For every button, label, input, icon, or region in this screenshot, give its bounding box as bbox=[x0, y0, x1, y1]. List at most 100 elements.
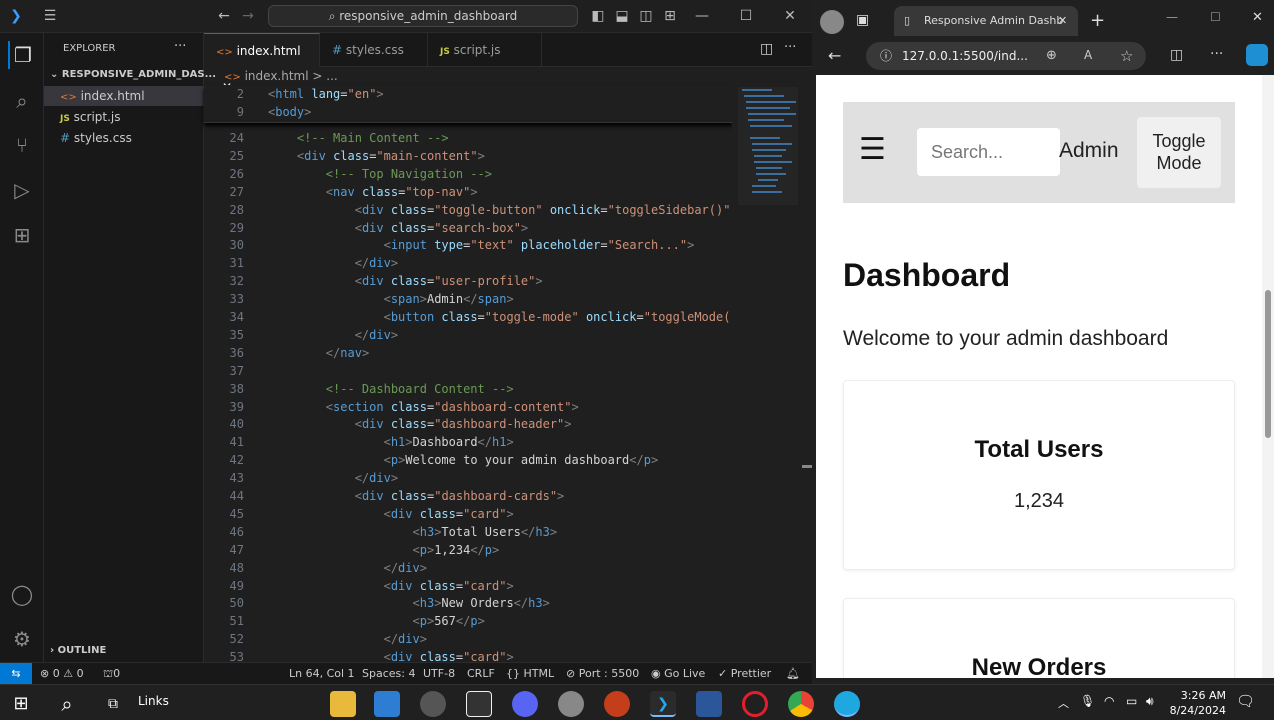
profile-avatar[interactable] bbox=[820, 10, 844, 34]
code-line[interactable]: <p>Welcome to your admin dashboard</p> bbox=[268, 453, 659, 467]
tab-script-js[interactable]: JS script.js bbox=[428, 33, 542, 67]
battery-icon[interactable]: ▭ bbox=[1126, 694, 1137, 708]
edge-icon[interactable] bbox=[834, 691, 860, 717]
code-line[interactable]: <!-- Top Navigation --> bbox=[268, 167, 492, 181]
volume-icon[interactable]: 🔊︎ bbox=[1146, 694, 1154, 709]
word-icon[interactable] bbox=[696, 691, 722, 717]
customize-layout-icon[interactable]: ⊞ bbox=[658, 6, 682, 26]
code-line[interactable]: <div class="card"> bbox=[268, 579, 514, 593]
search-icon[interactable]: ⌕ bbox=[54, 691, 80, 717]
code-line[interactable]: <div class="card"> bbox=[268, 507, 514, 521]
remote-icon[interactable]: ⇆ bbox=[0, 663, 32, 684]
close-window-icon[interactable]: ✕ bbox=[1252, 10, 1263, 25]
code-line[interactable]: <div class="search-box"> bbox=[268, 221, 528, 235]
settings-more-icon[interactable]: ··· bbox=[1210, 46, 1223, 62]
forward-arrow-icon[interactable]: → bbox=[236, 6, 260, 26]
code-line[interactable]: <span>Admin</span> bbox=[268, 292, 514, 306]
code-line[interactable]: <section class="dashboard-content"> bbox=[268, 400, 579, 414]
close-window-icon[interactable]: ✕ bbox=[778, 6, 802, 26]
code-line[interactable]: <div class="toggle-button" onclick="togg… bbox=[268, 203, 731, 217]
toggle-sidebar-icon[interactable]: ◧ bbox=[586, 6, 610, 26]
hamburger-menu-icon[interactable]: ☰ bbox=[859, 132, 886, 167]
code-line[interactable]: </div> bbox=[268, 328, 398, 342]
folder-root[interactable]: ⌄ RESPONSIVE_ADMIN_DAS... bbox=[50, 69, 216, 80]
file-item-styles-css[interactable]: # styles.css bbox=[44, 128, 204, 148]
powerpoint-icon[interactable] bbox=[604, 691, 630, 717]
command-center-search[interactable]: ⌕ responsive_admin_dashboard bbox=[268, 5, 578, 27]
app-icon[interactable] bbox=[466, 691, 492, 717]
copilot-icon[interactable] bbox=[1246, 44, 1268, 66]
back-arrow-icon[interactable]: ← bbox=[828, 46, 841, 65]
tab-index-html[interactable]: <> index.html ✕ bbox=[204, 33, 320, 94]
split-editor-icon[interactable]: ◫ bbox=[760, 41, 773, 57]
code-lines[interactable]: 24 <!-- Main Content --> 25 <div class="m… bbox=[204, 131, 732, 664]
chrome-icon[interactable] bbox=[788, 691, 814, 717]
file-explorer-icon[interactable] bbox=[330, 691, 356, 717]
favorite-star-icon[interactable]: ☆ bbox=[1120, 47, 1133, 65]
new-tab-icon[interactable]: + bbox=[1090, 10, 1105, 31]
more-actions-icon[interactable]: ··· bbox=[174, 39, 186, 54]
minimize-icon[interactable]: — bbox=[690, 6, 714, 26]
address-bar[interactable]: ⓘ 127.0.0.1:5500/ind... bbox=[866, 42, 1146, 70]
read-aloud-icon[interactable]: A bbox=[1084, 48, 1092, 62]
code-line[interactable]: <div class="main-content"> bbox=[268, 149, 485, 163]
file-item-index-html[interactable]: <> index.html bbox=[44, 86, 204, 106]
tab-styles-css[interactable]: # styles.css bbox=[320, 33, 428, 67]
links-toolbar[interactable]: Links bbox=[138, 694, 169, 708]
explorer-icon[interactable]: ❐ bbox=[8, 41, 36, 69]
code-line[interactable]: <h1>Dashboard</h1> bbox=[268, 435, 514, 449]
breadcrumb[interactable]: <> index.html > ... bbox=[204, 67, 812, 85]
code-line[interactable]: </div> bbox=[268, 471, 398, 485]
notifications-bell-icon[interactable]: 🔔︎ bbox=[786, 663, 800, 684]
tab-actions-icon[interactable]: ▣ bbox=[856, 12, 869, 28]
file-item-script-js[interactable]: JS script.js bbox=[44, 107, 204, 127]
editor-more-icon[interactable]: ··· bbox=[784, 40, 796, 55]
source-control-icon[interactable]: ⑂ bbox=[8, 131, 36, 159]
code-line[interactable]: <html lang="en"> bbox=[268, 87, 384, 101]
scroll-indicator[interactable] bbox=[802, 465, 812, 468]
maximize-icon[interactable]: ☐ bbox=[1210, 10, 1221, 24]
task-view-icon[interactable]: ⧉ bbox=[100, 691, 126, 717]
code-line[interactable]: <div class="dashboard-header"> bbox=[268, 417, 572, 431]
code-line[interactable]: </div> bbox=[268, 256, 398, 270]
discord-icon[interactable] bbox=[512, 691, 538, 717]
wifi-icon[interactable]: ◠ bbox=[1104, 694, 1114, 708]
zoom-icon[interactable]: ⊕ bbox=[1046, 48, 1057, 63]
account-icon[interactable]: ◯ bbox=[8, 580, 36, 608]
sticky-scroll[interactable]: 2 <html lang="en"> 9 <body> bbox=[204, 85, 732, 123]
cursor-position[interactable]: Ln 64, Col 1 bbox=[289, 663, 355, 684]
code-line[interactable]: <button class="toggle-mode" onclick="tog… bbox=[268, 310, 731, 324]
encoding[interactable]: UTF-8 bbox=[423, 663, 455, 684]
maximize-icon[interactable]: ☐ bbox=[734, 6, 758, 26]
split-screen-icon[interactable]: ◫ bbox=[1170, 47, 1183, 63]
toggle-secondary-sidebar-icon[interactable]: ◫ bbox=[634, 6, 658, 26]
code-editor[interactable]: 2 <html lang="en"> 9 <body> 24 <!-- Main Co… bbox=[204, 85, 732, 664]
problems-indicator[interactable]: ⊗ 0 ⚠ 0 bbox=[40, 663, 84, 684]
extensions-icon[interactable]: ⊞ bbox=[8, 221, 36, 249]
app-icon-2[interactable] bbox=[558, 691, 584, 717]
language-mode[interactable]: {} HTML bbox=[506, 663, 554, 684]
line-ending[interactable]: CRLF bbox=[467, 663, 495, 684]
code-line[interactable]: <h3>New Orders</h3> bbox=[268, 596, 550, 610]
code-line[interactable]: <body> bbox=[268, 105, 311, 119]
minimap[interactable] bbox=[732, 85, 812, 662]
code-line[interactable]: <!-- Dashboard Content --> bbox=[268, 382, 514, 396]
search-input[interactable]: Search... bbox=[917, 128, 1060, 176]
search-icon[interactable]: ⌕ bbox=[8, 87, 36, 115]
code-line[interactable]: <h3>Total Users</h3> bbox=[268, 525, 558, 539]
start-windows-icon[interactable]: ⊞ bbox=[8, 691, 34, 717]
run-debug-icon[interactable]: ▷ bbox=[8, 176, 36, 204]
vscode-taskbar-icon[interactable]: ❯ bbox=[650, 691, 676, 717]
notifications-icon[interactable]: 🗨︎ bbox=[1236, 692, 1255, 710]
toggle-panel-icon[interactable]: ⬓ bbox=[610, 6, 634, 26]
code-line[interactable]: </nav> bbox=[268, 346, 369, 360]
back-arrow-icon[interactable]: ← bbox=[212, 6, 236, 26]
scrollbar-thumb[interactable] bbox=[1265, 290, 1271, 438]
code-line[interactable]: <div class="dashboard-cards"> bbox=[268, 489, 565, 503]
code-line[interactable]: <p>1,234</p> bbox=[268, 543, 500, 557]
toggle-mode-button[interactable]: Toggle Mode bbox=[1137, 117, 1221, 188]
outline-section[interactable]: › OUTLINE bbox=[50, 645, 106, 656]
tray-chevron-icon[interactable]: ︿ bbox=[1058, 695, 1069, 711]
code-line[interactable]: <input type="text" placeholder="Search..… bbox=[268, 238, 695, 252]
indentation[interactable]: Spaces: 4 bbox=[362, 663, 415, 684]
